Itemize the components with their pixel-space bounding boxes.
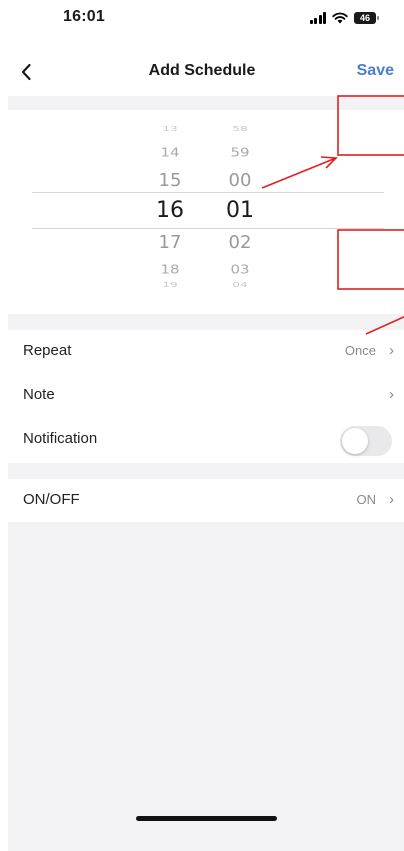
- on-off-row[interactable]: ON/OFF ON ›: [8, 479, 404, 523]
- hour-option[interactable]: 19: [140, 281, 200, 289]
- hour-option[interactable]: 13: [140, 125, 200, 133]
- notification-row: Notification: [8, 418, 404, 462]
- empty-content-area: [8, 522, 404, 851]
- minute-selected[interactable]: 01: [210, 198, 270, 223]
- repeat-value: Once: [344, 343, 376, 358]
- note-row[interactable]: Note ›: [8, 374, 404, 418]
- minute-option[interactable]: 00: [210, 170, 270, 191]
- page-title: Add Schedule: [148, 62, 256, 79]
- section-divider: [8, 96, 404, 110]
- save-button[interactable]: Save: [357, 62, 394, 80]
- note-label: Note: [23, 386, 55, 403]
- minute-option[interactable]: 58: [210, 125, 270, 133]
- chevron-right-icon: ›: [389, 491, 394, 508]
- repeat-row[interactable]: Repeat Once ›: [8, 330, 404, 374]
- section-divider: [8, 314, 404, 330]
- status-bar: 16:01 46: [0, 0, 404, 40]
- status-time: 16:01: [63, 8, 105, 25]
- repeat-label: Repeat: [23, 342, 72, 359]
- picker-selection-top-line: [32, 192, 384, 193]
- cellular-signal-icon: [309, 12, 326, 24]
- wifi-icon: [332, 12, 348, 24]
- minute-option[interactable]: 02: [210, 232, 270, 253]
- hour-option[interactable]: 14: [140, 144, 200, 159]
- home-indicator[interactable]: [136, 816, 277, 821]
- status-icons: 46: [309, 11, 379, 25]
- on-off-label: ON/OFF: [23, 491, 80, 508]
- hour-selected[interactable]: 16: [140, 198, 200, 223]
- notification-label: Notification: [23, 430, 98, 447]
- hour-option[interactable]: 17: [140, 232, 200, 253]
- toggle-knob: [342, 428, 368, 454]
- chevron-right-icon: ›: [389, 386, 394, 403]
- battery-icon: 46: [354, 12, 379, 24]
- time-picker[interactable]: 13 14 15 16 17 18 19 58 59 00 01 02 03 0…: [8, 110, 404, 298]
- minute-option[interactable]: 03: [210, 261, 270, 276]
- minute-option[interactable]: 59: [210, 144, 270, 159]
- minute-option[interactable]: 04: [210, 281, 270, 289]
- section-divider: [8, 463, 404, 479]
- on-off-value: ON: [356, 492, 377, 507]
- nav-bar: Add Schedule Save: [0, 52, 404, 92]
- notification-toggle[interactable]: [340, 426, 392, 456]
- hour-option[interactable]: 15: [140, 170, 200, 191]
- hour-option[interactable]: 18: [140, 261, 200, 276]
- chevron-right-icon: ›: [389, 342, 394, 359]
- picker-selection-bottom-line: [32, 228, 384, 229]
